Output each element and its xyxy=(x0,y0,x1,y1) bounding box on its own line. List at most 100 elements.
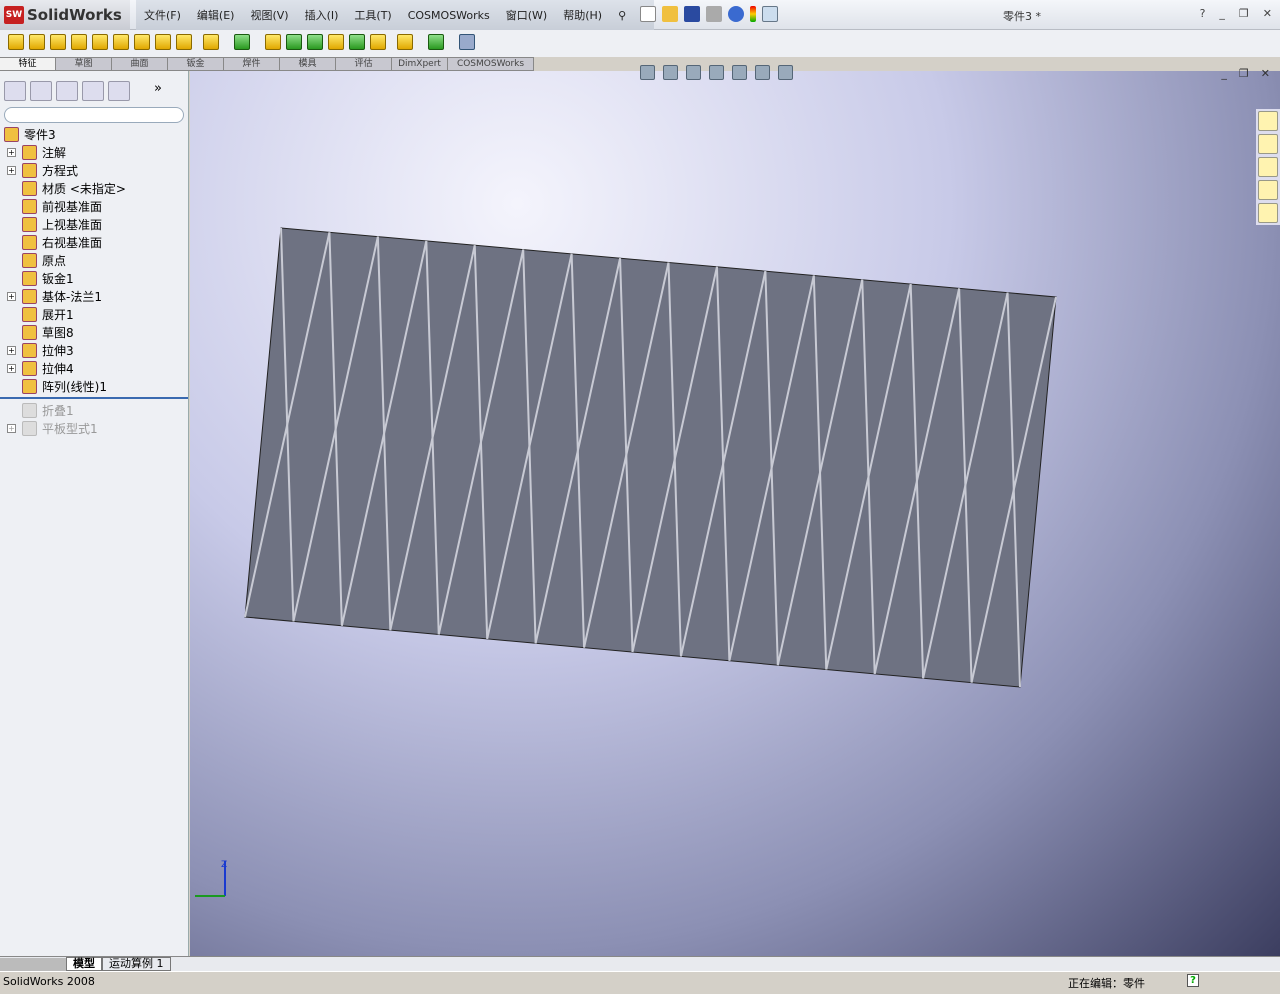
pin-icon[interactable]: ⚲ xyxy=(610,9,634,22)
tab-motion-study[interactable]: 运动算例 1 xyxy=(102,957,171,971)
close-button[interactable]: ✕ xyxy=(1263,7,1272,20)
solidworks-logo[interactable]: SW SolidWorks xyxy=(0,0,130,30)
restore-button[interactable]: ❐ xyxy=(1239,7,1249,20)
rebuild-icon[interactable] xyxy=(750,6,756,22)
shell-icon[interactable] xyxy=(307,34,323,50)
new-icon[interactable] xyxy=(640,6,656,22)
expand-icon[interactable]: + xyxy=(7,165,16,175)
tree-item-label: 前视基准面 xyxy=(42,199,103,214)
loft-boss-icon[interactable] xyxy=(71,34,87,50)
tree-item[interactable]: + 拉伸3 xyxy=(0,341,188,359)
tree-item[interactable]: 钣金1 xyxy=(0,269,188,287)
linear-pattern-icon[interactable] xyxy=(234,34,250,50)
document-title: 零件3 * xyxy=(1003,10,1041,23)
tree-item[interactable]: + 拉伸4 xyxy=(0,359,188,377)
tab-cosmosworks[interactable]: COSMOSWorks xyxy=(448,57,534,71)
base-flange-icon xyxy=(22,288,37,304)
tree-root-label: 零件3 xyxy=(24,127,56,142)
tab-weldments[interactable]: 焊件 xyxy=(224,57,280,71)
tree-item[interactable]: 草图8 xyxy=(0,323,188,341)
dome-icon[interactable] xyxy=(349,34,365,50)
draft-icon[interactable] xyxy=(286,34,302,50)
quick-access-toolbar xyxy=(640,6,778,22)
menu-insert[interactable]: 插入(I) xyxy=(297,7,347,23)
extrude-cut-icon[interactable] xyxy=(92,34,108,50)
expand-icon[interactable]: + xyxy=(7,345,16,355)
expand-icon[interactable]: + xyxy=(7,291,16,301)
extrude-boss-icon[interactable] xyxy=(8,34,24,50)
expand-chevron-icon[interactable]: » xyxy=(154,81,162,105)
command-tabs: 特征 草图 曲面 钣金 焊件 模具 评估 DimXpert COSMOSWork… xyxy=(0,57,534,71)
tree-item[interactable]: 材质 <未指定> xyxy=(0,179,188,197)
configuration-tab-icon[interactable] xyxy=(56,81,78,101)
wrap-icon[interactable] xyxy=(328,34,344,50)
print-icon[interactable] xyxy=(706,6,722,22)
graphics-viewport[interactable]: _ ❐ ✕ Z xyxy=(190,65,1280,956)
rib-icon[interactable] xyxy=(265,34,281,50)
tab-surfaces[interactable]: 曲面 xyxy=(112,57,168,71)
reference-geometry-icon[interactable] xyxy=(397,34,413,50)
triad-axis-icon: Z xyxy=(195,860,227,897)
instant3d-icon[interactable] xyxy=(459,34,475,50)
tree-filter-input[interactable] xyxy=(4,107,184,123)
minimize-button[interactable]: _ xyxy=(1219,7,1225,20)
tab-evaluate[interactable]: 评估 xyxy=(336,57,392,71)
expand-icon[interactable]: + xyxy=(7,423,16,433)
tree-item[interactable]: + 平板型式1 xyxy=(0,419,188,437)
undo-icon[interactable] xyxy=(728,6,744,22)
tree-item-label: 注解 xyxy=(42,145,67,160)
tab-features[interactable]: 特征 xyxy=(0,57,56,71)
sweep-boss-icon[interactable] xyxy=(50,34,66,50)
menu-bar: 文件(F) 编辑(E) 视图(V) 插入(I) 工具(T) COSMOSWork… xyxy=(136,0,655,30)
tree-item[interactable]: + 基体-法兰1 xyxy=(0,287,188,305)
tree-item[interactable]: 阵列(线性)1 xyxy=(0,377,188,395)
loft-cut-icon[interactable] xyxy=(176,34,192,50)
tree-item[interactable]: 前视基准面 xyxy=(0,197,188,215)
feature-tree-tab-icon[interactable] xyxy=(4,81,26,101)
menu-cosmosworks[interactable]: COSMOSWorks xyxy=(400,9,498,22)
help-icon[interactable]: ? xyxy=(1200,7,1206,20)
tree-item[interactable]: + 注解 xyxy=(0,143,188,161)
tree-root[interactable]: 零件3 xyxy=(0,125,188,143)
menu-help[interactable]: 帮助(H) xyxy=(555,7,610,23)
command-manager xyxy=(0,30,1280,57)
menu-file[interactable]: 文件(F) xyxy=(136,7,189,23)
expand-icon[interactable]: + xyxy=(7,147,16,157)
mirror-icon[interactable] xyxy=(370,34,386,50)
tree-item[interactable]: 右视基准面 xyxy=(0,233,188,251)
revolve-cut-icon[interactable] xyxy=(134,34,150,50)
tab-sheet-metal[interactable]: 钣金 xyxy=(168,57,224,71)
menu-edit[interactable]: 编辑(E) xyxy=(189,7,243,23)
open-icon[interactable] xyxy=(662,6,678,22)
display-manager-tab-icon[interactable] xyxy=(108,81,130,101)
tree-item[interactable]: 上视基准面 xyxy=(0,215,188,233)
save-icon[interactable] xyxy=(684,6,700,22)
tab-scroll-buttons[interactable] xyxy=(0,957,66,971)
tab-dimxpert[interactable]: DimXpert xyxy=(392,57,448,71)
hole-wizard-icon[interactable] xyxy=(113,34,129,50)
flat-pattern-icon xyxy=(22,420,37,436)
plane-icon xyxy=(22,234,37,250)
tree-item-label: 材质 <未指定> xyxy=(42,181,126,196)
options-icon[interactable] xyxy=(762,6,778,22)
sweep-cut-icon[interactable] xyxy=(155,34,171,50)
feature-tree: 零件3 + 注解 + 方程式 材质 <未指定> 前视基准面 上视基准面 右视基准面 原点 钣金1 +… xyxy=(0,125,188,395)
tree-item[interactable]: 展开1 xyxy=(0,305,188,323)
dimxpert-tab-icon[interactable] xyxy=(82,81,104,101)
tree-item[interactable]: 折叠1 xyxy=(0,401,188,419)
tab-model[interactable]: 模型 xyxy=(66,957,102,971)
property-manager-tab-icon[interactable] xyxy=(30,81,52,101)
menu-tools[interactable]: 工具(T) xyxy=(346,7,399,23)
menu-view[interactable]: 视图(V) xyxy=(242,7,296,23)
tree-item[interactable]: + 方程式 xyxy=(0,161,188,179)
fillet-icon[interactable] xyxy=(203,34,219,50)
curves-icon[interactable] xyxy=(428,34,444,50)
quick-tips-icon[interactable]: ? xyxy=(1187,974,1199,987)
menu-window[interactable]: 窗口(W) xyxy=(498,7,555,23)
rollback-bar[interactable] xyxy=(0,397,188,399)
expand-icon[interactable]: + xyxy=(7,363,16,373)
tree-item[interactable]: 原点 xyxy=(0,251,188,269)
tab-mold[interactable]: 模具 xyxy=(280,57,336,71)
tab-sketch[interactable]: 草图 xyxy=(56,57,112,71)
revolve-boss-icon[interactable] xyxy=(29,34,45,50)
